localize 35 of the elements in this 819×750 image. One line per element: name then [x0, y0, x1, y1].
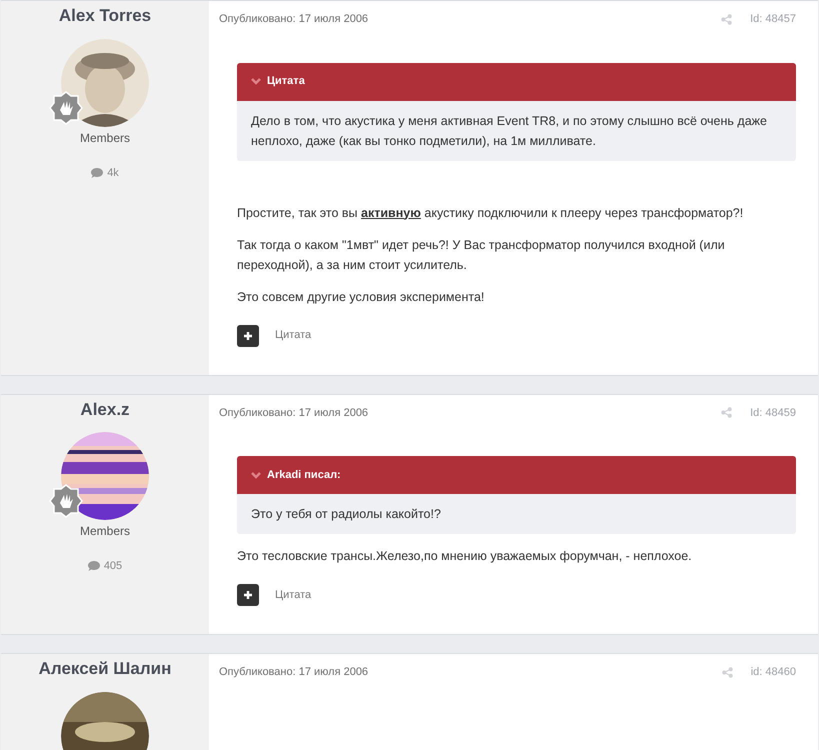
speech-bubble-icon	[91, 168, 104, 178]
add-quote-button[interactable]	[237, 584, 259, 606]
post-paragraph: Так тогда о каком "1мвт" идет речь?! У Вас трансформатор получился входной (или переходной), а за ним стоит усилитель.	[237, 236, 726, 274]
post-date: Опубликовано: 17 июля 2006	[219, 12, 368, 27]
chevron-down-icon	[251, 78, 261, 85]
post-date: Опубликовано: 17 июля 2006	[219, 665, 368, 680]
post-date: Опубликовано: 17 июля 2006	[219, 406, 368, 420]
quote-link[interactable]: Цитата	[275, 586, 312, 604]
quote-title: Arkadi писал:	[267, 468, 341, 483]
post-paragraph: Это тесловские трансы.Железо,по мнению уважаемых форумчан, - неплохое.	[237, 548, 693, 565]
quote-text: Дело в том, что акустика у меня активная Event TR8, и по этому слышно всё очень даже неплохо, даже (как вы тонко подметили), на 1м милливате.	[250, 112, 768, 150]
quote-header[interactable]: Arkadi писал:	[237, 456, 796, 494]
author-name[interactable]: Alex.z	[80, 396, 130, 422]
member-group: Members	[80, 522, 130, 540]
add-quote-button[interactable]	[237, 324, 259, 346]
plus-icon	[243, 330, 253, 340]
quote-header[interactable]: Цитата	[237, 62, 796, 100]
quote-link[interactable]: Цитата	[275, 327, 312, 344]
chevron-down-icon	[251, 472, 261, 478]
speech-bubble-icon	[88, 561, 100, 572]
share-icon[interactable]	[721, 407, 732, 418]
share-icon[interactable]	[722, 666, 733, 678]
post-count: 4k	[107, 166, 119, 180]
quote-title: Цитата	[267, 74, 305, 90]
author-name[interactable]: Alex Torres	[58, 3, 152, 28]
post-paragraph: Простите, так это вы активную акустику подключили к плееру через трансформатор?!	[237, 204, 744, 222]
author-name[interactable]: Алексей Шалин	[38, 656, 172, 682]
member-group: Members	[80, 128, 130, 146]
share-icon[interactable]	[721, 14, 732, 25]
post-count: 405	[104, 559, 122, 574]
quote-text: Это у тебя от радиолы какойто!?	[250, 506, 442, 523]
hand-badge-icon	[49, 484, 83, 518]
plus-icon	[243, 590, 253, 600]
post-paragraph: Это совсем другие условия эксперимента!	[237, 288, 486, 306]
hand-badge-icon	[49, 90, 83, 124]
